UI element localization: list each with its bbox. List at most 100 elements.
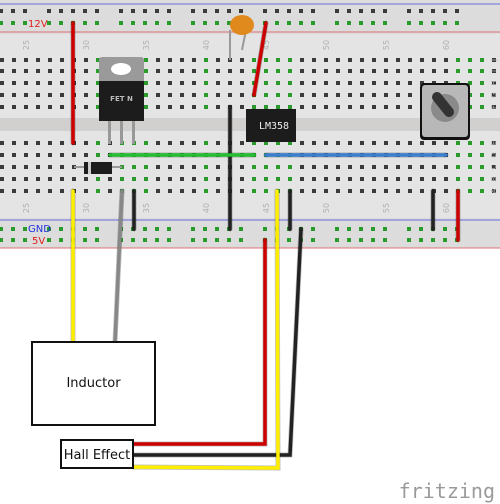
breadboard-hole[interactable] xyxy=(204,177,208,181)
breadboard-hole[interactable] xyxy=(396,105,400,109)
breadboard-hole[interactable] xyxy=(144,58,148,62)
breadboard-hole[interactable] xyxy=(396,93,400,97)
breadboard-hole[interactable] xyxy=(228,81,232,85)
breadboard-hole[interactable] xyxy=(204,69,208,73)
breadboard-hole[interactable] xyxy=(420,177,424,181)
breadboard-hole[interactable] xyxy=(480,69,484,73)
rail-hole[interactable] xyxy=(203,9,207,13)
rail-hole[interactable] xyxy=(203,21,207,25)
breadboard-hole[interactable] xyxy=(240,177,244,181)
breadboard-hole[interactable] xyxy=(36,141,40,145)
breadboard-hole[interactable] xyxy=(444,69,448,73)
breadboard-hole[interactable] xyxy=(276,105,280,109)
rail-hole[interactable] xyxy=(71,9,75,13)
rail-hole[interactable] xyxy=(443,238,447,242)
rail-hole[interactable] xyxy=(287,21,291,25)
rail-hole[interactable] xyxy=(431,238,435,242)
breadboard-hole[interactable] xyxy=(372,81,376,85)
rail-hole[interactable] xyxy=(143,227,147,231)
rail-hole[interactable] xyxy=(23,238,27,242)
breadboard-hole[interactable] xyxy=(348,105,352,109)
breadboard-hole[interactable] xyxy=(384,81,388,85)
breadboard-hole[interactable] xyxy=(72,153,76,157)
breadboard-hole[interactable] xyxy=(468,165,472,169)
breadboard-hole[interactable] xyxy=(264,58,268,62)
breadboard-hole[interactable] xyxy=(84,58,88,62)
rail-hole[interactable] xyxy=(383,21,387,25)
rail-hole[interactable] xyxy=(383,9,387,13)
rail-hole[interactable] xyxy=(0,227,3,231)
breadboard-hole[interactable] xyxy=(300,189,304,193)
breadboard-hole[interactable] xyxy=(240,93,244,97)
rail-hole[interactable] xyxy=(155,238,159,242)
breadboard-hole[interactable] xyxy=(252,165,256,169)
rail-hole[interactable] xyxy=(359,21,363,25)
breadboard-hole[interactable] xyxy=(48,105,52,109)
breadboard-hole[interactable] xyxy=(168,177,172,181)
rail-hole[interactable] xyxy=(0,238,3,242)
breadboard-hole[interactable] xyxy=(408,165,412,169)
breadboard-hole[interactable] xyxy=(468,69,472,73)
breadboard-hole[interactable] xyxy=(24,105,28,109)
breadboard-hole[interactable] xyxy=(24,177,28,181)
breadboard-hole[interactable] xyxy=(408,105,412,109)
breadboard-hole[interactable] xyxy=(396,69,400,73)
rail-hole[interactable] xyxy=(443,21,447,25)
breadboard-hole[interactable] xyxy=(288,69,292,73)
rail-hole[interactable] xyxy=(59,238,63,242)
rail-hole[interactable] xyxy=(215,238,219,242)
rail-hole[interactable] xyxy=(443,9,447,13)
breadboard-hole[interactable] xyxy=(36,81,40,85)
breadboard-hole[interactable] xyxy=(204,93,208,97)
rail-hole[interactable] xyxy=(443,227,447,231)
breadboard-hole[interactable] xyxy=(240,81,244,85)
rail-hole[interactable] xyxy=(191,238,195,242)
hall-effect-module[interactable]: Hall Effect xyxy=(60,439,134,469)
breadboard-hole[interactable] xyxy=(192,165,196,169)
breadboard-hole[interactable] xyxy=(264,177,268,181)
breadboard-hole[interactable] xyxy=(12,58,16,62)
breadboard-hole[interactable] xyxy=(60,58,64,62)
breadboard-hole[interactable] xyxy=(204,58,208,62)
breadboard-hole[interactable] xyxy=(24,189,28,193)
breadboard-hole[interactable] xyxy=(192,81,196,85)
rail-hole[interactable] xyxy=(407,9,411,13)
lm358-chip[interactable]: LM358 xyxy=(246,109,296,142)
breadboard-hole[interactable] xyxy=(264,105,268,109)
rail-hole[interactable] xyxy=(419,238,423,242)
breadboard-hole[interactable] xyxy=(216,141,220,145)
breadboard-hole[interactable] xyxy=(480,58,484,62)
rail-hole[interactable] xyxy=(59,21,63,25)
rail-hole[interactable] xyxy=(287,9,291,13)
rail-hole[interactable] xyxy=(11,227,15,231)
breadboard-hole[interactable] xyxy=(24,153,28,157)
breadboard-hole[interactable] xyxy=(132,165,136,169)
rail-hole[interactable] xyxy=(191,227,195,231)
breadboard-hole[interactable] xyxy=(84,81,88,85)
breadboard-hole[interactable] xyxy=(156,141,160,145)
breadboard-hole[interactable] xyxy=(384,69,388,73)
breadboard-hole[interactable] xyxy=(204,165,208,169)
breadboard-hole[interactable] xyxy=(0,177,4,181)
breadboard-hole[interactable] xyxy=(228,93,232,97)
breadboard-hole[interactable] xyxy=(216,58,220,62)
breadboard-hole[interactable] xyxy=(156,58,160,62)
breadboard-hole[interactable] xyxy=(324,141,328,145)
rail-hole[interactable] xyxy=(275,9,279,13)
breadboard-hole[interactable] xyxy=(336,58,340,62)
breadboard-hole[interactable] xyxy=(120,177,124,181)
breadboard-hole[interactable] xyxy=(480,93,484,97)
breadboard-hole[interactable] xyxy=(444,189,448,193)
breadboard-hole[interactable] xyxy=(156,177,160,181)
breadboard-hole[interactable] xyxy=(372,177,376,181)
breadboard-hole[interactable] xyxy=(168,81,172,85)
breadboard-hole[interactable] xyxy=(156,165,160,169)
breadboard-hole[interactable] xyxy=(96,177,100,181)
rail-hole[interactable] xyxy=(191,21,195,25)
breadboard-hole[interactable] xyxy=(180,69,184,73)
breadboard-hole[interactable] xyxy=(288,58,292,62)
breadboard-hole[interactable] xyxy=(384,105,388,109)
breadboard-hole[interactable] xyxy=(456,165,460,169)
breadboard-hole[interactable] xyxy=(300,105,304,109)
breadboard-hole[interactable] xyxy=(264,189,268,193)
